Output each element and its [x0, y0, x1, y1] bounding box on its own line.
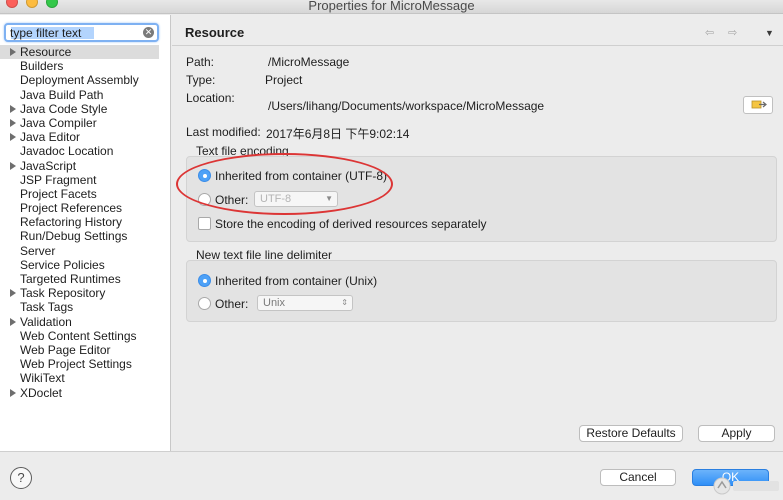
delimiter-other-select[interactable]: Unix ⇕	[257, 295, 353, 311]
watermark-icon	[713, 477, 779, 495]
tree-item-project-references[interactable]: Project References	[0, 201, 170, 215]
tree-item-validation[interactable]: Validation	[0, 315, 170, 329]
tree-item-server[interactable]: Server	[0, 244, 170, 258]
last-modified-label: Last modified:	[186, 125, 261, 139]
folder-arrow-icon	[751, 100, 767, 109]
delimiter-other-label: Other:	[215, 297, 249, 311]
tree-item-service-policies[interactable]: Service Policies	[0, 258, 170, 272]
tree-item-label: Resource	[20, 45, 72, 59]
filter-field[interactable]: ✕	[4, 23, 159, 42]
restore-defaults-button[interactable]: Restore Defaults	[579, 425, 683, 442]
tree-item-java-editor[interactable]: Java Editor	[0, 130, 170, 144]
expand-arrow-icon[interactable]	[10, 388, 16, 397]
location-label: Location:	[186, 91, 235, 105]
watermark-logo	[712, 476, 783, 496]
tree-item-label: Javadoc Location	[20, 144, 114, 159]
last-modified-value: 2017年6月8日 下午9:02:14	[266, 127, 410, 141]
tree-item-label: JSP Fragment	[20, 172, 97, 187]
tree-item-label: Run/Debug Settings	[20, 229, 128, 244]
tree-item-label: Project References	[20, 201, 123, 216]
location-value: /Users/lihang/Documents/workspace/MicroM…	[268, 99, 545, 113]
tree-item-label: Web Project Settings	[20, 357, 132, 372]
tree-item-javascript[interactable]: JavaScript	[0, 159, 170, 173]
tree-item-label: WikiText	[20, 371, 65, 386]
tree-item-java-compiler[interactable]: Java Compiler	[0, 116, 170, 130]
tree-item-label: Refactoring History	[20, 215, 123, 230]
tree-item-deployment-assembly[interactable]: Deployment Assembly	[0, 73, 170, 87]
tree-item-label: Service Policies	[20, 257, 105, 272]
tree-item-label: Web Page Editor	[20, 342, 111, 357]
type-value: Project	[265, 73, 303, 87]
path-label: Path:	[186, 55, 215, 69]
tree-item-label: Java Compiler	[20, 115, 97, 130]
delimiter-other-value: Unix	[263, 297, 286, 309]
dialog-button-bar: ? Cancel OK	[0, 451, 783, 500]
tree-item-wikitext[interactable]: WikiText	[0, 371, 170, 385]
tree-item-web-project-settings[interactable]: Web Project Settings	[0, 357, 170, 371]
tree-item-run-debug-settings[interactable]: Run/Debug Settings	[0, 229, 170, 243]
tree-item-task-tags[interactable]: Task Tags	[0, 300, 170, 314]
tree-item-label: Task Tags	[20, 300, 74, 315]
page-title: Resource	[185, 25, 245, 40]
resource-page: Resource ⇦ ⇨ ▼ Path: /MicroMessage Type:…	[172, 15, 783, 451]
page-header: Resource ⇦ ⇨ ▼	[172, 15, 783, 46]
tree-item-targeted-runtimes[interactable]: Targeted Runtimes	[0, 272, 170, 286]
expand-arrow-icon[interactable]	[10, 289, 16, 298]
delimiter-inherited-radio[interactable]	[198, 274, 211, 287]
back-arrow-icon[interactable]: ⇦	[705, 26, 714, 39]
clear-filter-icon[interactable]: ✕	[143, 27, 154, 38]
tree-item-web-page-editor[interactable]: Web Page Editor	[0, 343, 170, 357]
annotation-ellipse	[176, 153, 393, 215]
view-menu-icon[interactable]: ▼	[765, 28, 774, 38]
tree-item-jsp-fragment[interactable]: JSP Fragment	[0, 173, 170, 187]
expand-arrow-icon[interactable]	[10, 161, 16, 170]
tree-item-label: Java Code Style	[20, 101, 108, 116]
expand-arrow-icon[interactable]	[10, 104, 16, 113]
stepper-icon: ⇕	[341, 298, 348, 307]
expand-arrow-icon[interactable]	[10, 317, 16, 326]
tree-item-java-code-style[interactable]: Java Code Style	[0, 102, 170, 116]
tree-item-label: Validation	[20, 314, 72, 329]
tree-item-project-facets[interactable]: Project Facets	[0, 187, 170, 201]
expand-arrow-icon[interactable]	[10, 133, 16, 142]
tree-item-task-repository[interactable]: Task Repository	[0, 286, 170, 300]
tree-item-label: Task Repository	[20, 286, 106, 301]
tree-item-resource[interactable]: Resource	[0, 45, 159, 60]
window-title: Properties for MicroMessage	[308, 0, 475, 13]
store-encoding-checkbox[interactable]	[198, 217, 211, 230]
tree-item-label: Java Editor	[20, 130, 81, 145]
tree-item-xdoclet[interactable]: XDoclet	[0, 386, 170, 400]
title-bar: Properties for MicroMessage	[0, 0, 783, 14]
tree-item-label: Deployment Assembly	[20, 73, 139, 88]
delimiter-group: Inherited from container (Unix) Other: U…	[186, 260, 777, 322]
tree-item-label: Targeted Runtimes	[20, 272, 121, 286]
tree-item-label: Web Content Settings	[20, 328, 137, 343]
filter-input[interactable]	[10, 25, 135, 40]
forward-arrow-icon[interactable]: ⇨	[728, 26, 737, 39]
tree-item-label: Builders	[20, 59, 64, 74]
tree-item-builders[interactable]: Builders	[0, 59, 170, 73]
apply-button[interactable]: Apply	[698, 425, 775, 442]
path-value: /MicroMessage	[268, 55, 350, 69]
show-in-system-explorer-button[interactable]	[743, 96, 773, 114]
preference-tree: Resource Builders Deployment Assembly Java …	[0, 45, 170, 400]
tree-item-label: Project Facets	[20, 186, 97, 201]
delimiter-inherited-label: Inherited from container (Unix)	[215, 274, 378, 288]
preference-tree-pane: ✕ ResourceBuildersDeployment AssemblyJav…	[0, 15, 171, 451]
tree-item-label: Java Build Path	[20, 87, 104, 102]
tree-item-label: JavaScript	[20, 158, 77, 173]
cancel-button[interactable]: Cancel	[600, 469, 676, 486]
tree-item-web-content-settings[interactable]: Web Content Settings	[0, 329, 170, 343]
expand-arrow-icon[interactable]	[10, 118, 16, 127]
help-icon[interactable]: ?	[10, 467, 32, 489]
tree-item-label: XDoclet	[20, 385, 63, 400]
tree-item-java-build-path[interactable]: Java Build Path	[0, 88, 170, 102]
tree-item-refactoring-history[interactable]: Refactoring History	[0, 215, 170, 229]
store-encoding-label: Store the encoding of derived resources …	[215, 217, 487, 231]
tree-item-label: Server	[20, 243, 56, 258]
type-label: Type:	[186, 73, 216, 87]
delimiter-other-radio[interactable]	[198, 297, 211, 310]
tree-item-javadoc-location[interactable]: Javadoc Location	[0, 144, 170, 158]
expand-arrow-icon[interactable]	[10, 48, 16, 56]
